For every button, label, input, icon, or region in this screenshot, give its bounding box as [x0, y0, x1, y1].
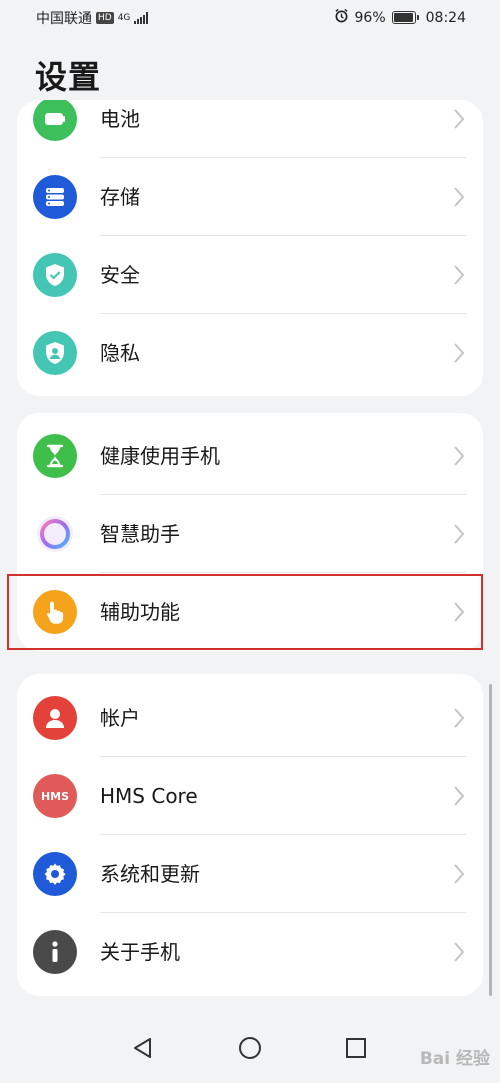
storage-icon [33, 175, 77, 219]
recents-icon[interactable] [336, 1028, 376, 1068]
settings-item-privacy[interactable]: 隐私 [17, 314, 483, 392]
settings-item-label: 隐私 [100, 341, 140, 365]
carrier-name: 中国联通 [36, 11, 92, 27]
settings-item-system-update[interactable]: 系统和更新 [17, 835, 483, 913]
settings-item-label: 存储 [100, 185, 140, 209]
shield-check-icon [33, 253, 77, 297]
battery-icon [391, 11, 419, 24]
chevron-right-icon [454, 265, 465, 285]
settings-item-battery[interactable]: 电池 [17, 100, 483, 158]
chevron-right-icon [454, 343, 465, 363]
settings-item-account[interactable]: 帐户 [17, 679, 483, 757]
settings-group-account: 帐户 HMS HMS Core 系统和更新 关于手机 [17, 674, 483, 996]
chevron-right-icon [454, 786, 465, 806]
signal-icon [134, 12, 149, 24]
chevron-right-icon [454, 109, 465, 129]
settings-item-label: HMS Core [100, 784, 198, 808]
status-right: 96% 08:24 [334, 8, 466, 27]
settings-item-storage[interactable]: 存储 [17, 158, 483, 236]
chevron-right-icon [454, 187, 465, 207]
chevron-right-icon [454, 602, 465, 622]
chevron-right-icon [454, 524, 465, 544]
watermark-logo: Bai 经验 [419, 1049, 490, 1069]
settings-item-label: 电池 [100, 107, 140, 131]
clock: 08:24 [425, 9, 466, 26]
settings-item-about-phone[interactable]: 关于手机 [17, 913, 483, 991]
settings-item-digital-balance[interactable]: 健康使用手机 [17, 417, 483, 495]
back-icon[interactable] [123, 1028, 163, 1068]
settings-item-label: 辅助功能 [100, 600, 180, 624]
settings-item-label: 帐户 [100, 706, 140, 730]
battery-percent: 96% [354, 9, 386, 26]
settings-item-security[interactable]: 安全 [17, 236, 483, 314]
settings-item-label: 系统和更新 [100, 862, 200, 886]
home-icon[interactable] [230, 1028, 270, 1068]
settings-group-assist: 健康使用手机 智慧助手 辅助功能 [17, 413, 483, 651]
battery-settings-icon [33, 100, 77, 141]
hms-badge-text: HMS [40, 789, 70, 803]
chevron-right-icon [454, 446, 465, 466]
scrollbar[interactable] [489, 684, 492, 996]
chevron-right-icon [454, 864, 465, 884]
gear-icon [33, 852, 77, 896]
page-title: 设置 [35, 58, 102, 96]
hd-badge: HD [96, 12, 114, 24]
assistant-ring-icon [33, 512, 77, 556]
alarm-icon [334, 8, 349, 27]
chevron-right-icon [454, 708, 465, 728]
settings-item-label: 关于手机 [100, 940, 180, 964]
privacy-icon [33, 331, 77, 375]
account-icon [33, 696, 77, 740]
settings-item-hms-core[interactable]: HMS HMS Core [17, 757, 483, 835]
hourglass-icon [33, 434, 77, 478]
settings-group-device: 电池 存储 安全 隐私 [17, 100, 483, 396]
network-type: 4G [117, 13, 131, 23]
settings-item-smart-assistant[interactable]: 智慧助手 [17, 495, 483, 573]
info-icon [33, 930, 77, 974]
settings-item-label: 安全 [100, 263, 140, 287]
settings-item-accessibility[interactable]: 辅助功能 [17, 573, 483, 651]
settings-item-label: 健康使用手机 [100, 444, 220, 468]
settings-item-label: 智慧助手 [100, 522, 180, 546]
hms-core-icon: HMS [33, 774, 77, 818]
accessibility-hand-icon [33, 590, 77, 634]
status-left: 中国联通 HD 4G [36, 8, 149, 28]
status-bar: 中国联通 HD 4G 96% 08:24 [0, 0, 500, 36]
chevron-right-icon [454, 942, 465, 962]
